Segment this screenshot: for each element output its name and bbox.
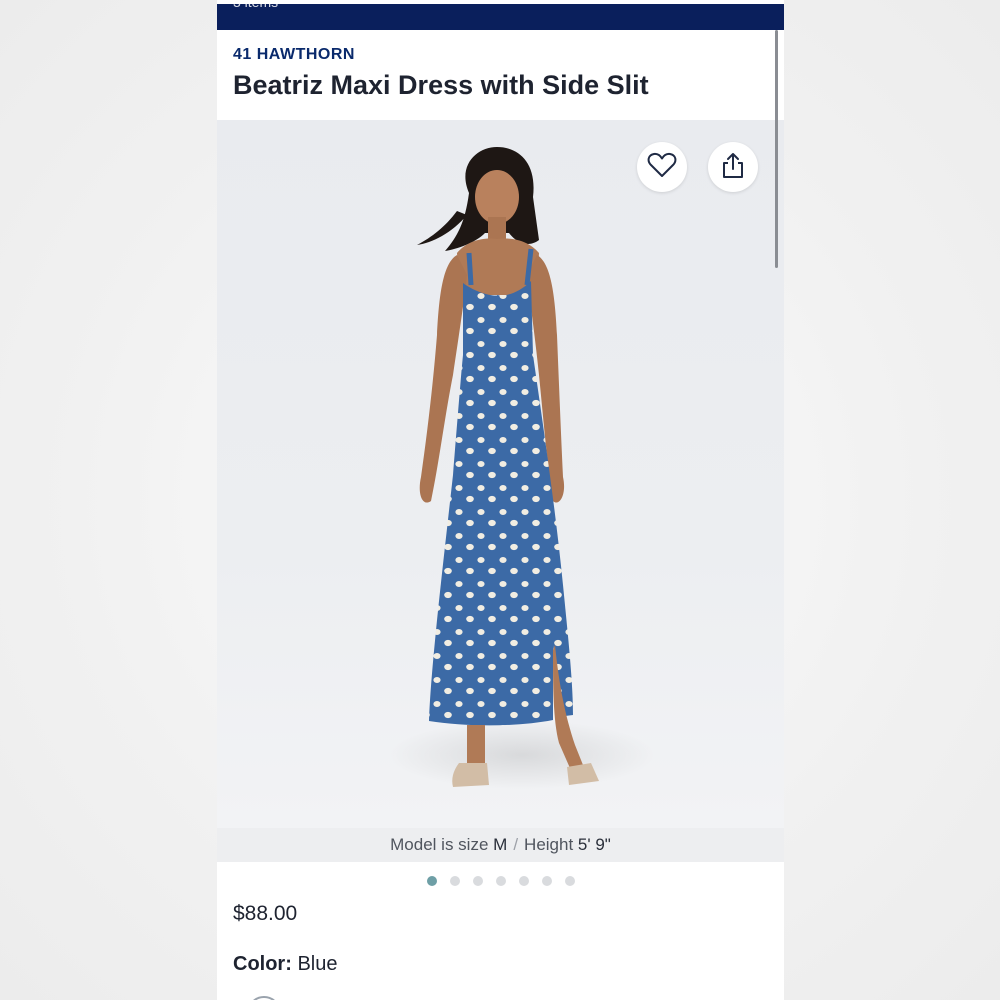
product-title: Beatriz Maxi Dress with Side Slit [233, 70, 649, 100]
model-size-info: Model is size M / Height 5' 9" [217, 828, 784, 862]
top-nav-bar[interactable]: 3 items [217, 0, 784, 30]
carousel-dot-2[interactable] [449, 876, 460, 886]
product-image-gallery[interactable] [217, 120, 784, 828]
color-selection: Color: Blue [233, 953, 337, 976]
carousel-dot-1[interactable] [426, 876, 437, 886]
carousel-dot-6[interactable] [541, 876, 552, 886]
carousel-pagination [217, 874, 784, 888]
color-value: Blue [297, 953, 338, 975]
heart-outline-icon [647, 152, 677, 183]
product-photo [417, 147, 599, 787]
model-height-value: 5' 9" [577, 835, 611, 854]
carousel-dot-7[interactable] [564, 876, 575, 886]
model-size-label: Model is size [390, 835, 489, 854]
product-page: 3 items 41 HAWTHORN Beatriz Maxi Dress w… [217, 0, 784, 1000]
carousel-dot-4[interactable] [495, 876, 506, 886]
share-button[interactable] [708, 142, 758, 192]
top-nav-text: 3 items [233, 0, 279, 10]
brand-name[interactable]: 41 HAWTHORN [233, 46, 355, 64]
carousel-dot-3[interactable] [472, 876, 483, 886]
page-scrollbar[interactable] [775, 30, 778, 268]
color-label: Color: [233, 953, 292, 975]
color-swatch[interactable] [247, 996, 281, 1000]
model-height-label: Height [524, 835, 574, 854]
share-icon [720, 151, 746, 184]
product-price: $88.00 [233, 902, 298, 925]
info-separator: / [513, 835, 519, 854]
carousel-dot-5[interactable] [518, 876, 529, 886]
favorite-button[interactable] [637, 142, 687, 192]
model-size-value: M [493, 835, 508, 854]
